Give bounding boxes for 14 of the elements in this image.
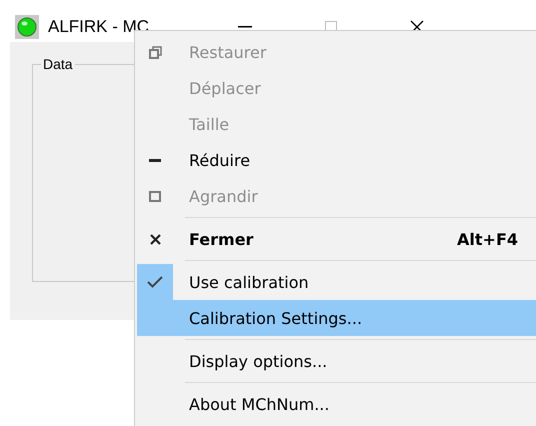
menu-item[interactable]: About MChNum... xyxy=(137,386,536,422)
status-light-icon xyxy=(15,15,39,39)
group-label: Data xyxy=(41,56,75,72)
menu-item[interactable]: Display options... xyxy=(137,343,536,379)
minimize-icon xyxy=(149,158,161,162)
menu-item[interactable]: Réduire xyxy=(137,142,536,178)
close-icon xyxy=(150,234,160,244)
restore-icon xyxy=(148,46,162,58)
minimize-icon xyxy=(238,26,252,28)
menu-item[interactable]: Use calibration xyxy=(137,264,536,300)
maximize-icon xyxy=(149,190,161,202)
shortcut-label: Alt+F4 xyxy=(457,230,518,248)
menu-item[interactable]: Fermer Alt+F4 xyxy=(137,221,536,257)
menu-item[interactable]: Calibration Settings... xyxy=(137,300,536,336)
